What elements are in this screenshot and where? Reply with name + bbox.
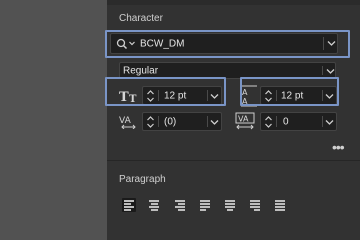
stepper-icon[interactable] [264,89,273,103]
align-right-icon[interactable] [173,198,187,212]
svg-text:T: T [119,90,129,103]
font-style-field[interactable]: Regular [119,62,336,79]
font-size-field[interactable]: 12 pt [142,86,222,105]
svg-text:A: A [242,88,248,97]
properties-panel: Character BCW_DM Regular T T 12 pt A A 1… [107,0,360,240]
leading-field[interactable]: 12 pt [260,86,337,105]
font-size-value: 12 pt [164,90,187,101]
canvas-area [0,0,107,240]
chevron-down-icon[interactable] [325,93,334,100]
align-center-icon[interactable] [147,198,161,212]
tracking-field[interactable]: 0 [260,112,337,131]
svg-text:T: T [129,94,137,103]
section-divider [107,160,360,161]
justify-last-left-icon[interactable] [198,198,212,212]
chevron-down-icon[interactable] [210,93,219,100]
character-section-title: Character [119,13,163,24]
stepper-icon[interactable] [264,115,273,129]
kerning-icon: VA [119,113,139,130]
justify-last-center-icon[interactable] [223,198,237,212]
stepper-icon[interactable] [146,89,155,103]
font-size-icon: T T [119,89,139,105]
font-style-value: Regular [123,65,159,76]
svg-text:A: A [242,97,248,106]
svg-text:VA: VA [238,115,249,124]
kerning-value: (0) [164,116,177,127]
font-family-value: BCW_DM [140,38,185,49]
tracking-value: 0 [283,116,289,127]
paragraph-section-title: Paragraph [119,174,166,185]
font-family-field[interactable]: BCW_DM [110,33,338,54]
stepper-icon[interactable] [146,115,155,129]
leading-value: 12 pt [281,90,304,101]
chevron-down-icon[interactable] [326,68,335,75]
leading-icon: A A [240,85,258,107]
kerning-field[interactable]: (0) [142,112,222,131]
more-options-icon[interactable]: ••• [332,139,345,155]
panel-top-bar [107,0,360,5]
justify-all-icon[interactable] [273,198,287,212]
align-left-icon[interactable] [122,198,136,212]
chevron-down-icon[interactable] [325,119,334,126]
chevron-down-icon[interactable] [327,40,336,47]
tracking-icon: VA [235,112,255,130]
svg-text:VA: VA [119,116,132,126]
chevron-down-icon[interactable] [210,119,219,126]
justify-last-right-icon[interactable] [248,198,262,212]
search-icon[interactable] [116,38,138,50]
